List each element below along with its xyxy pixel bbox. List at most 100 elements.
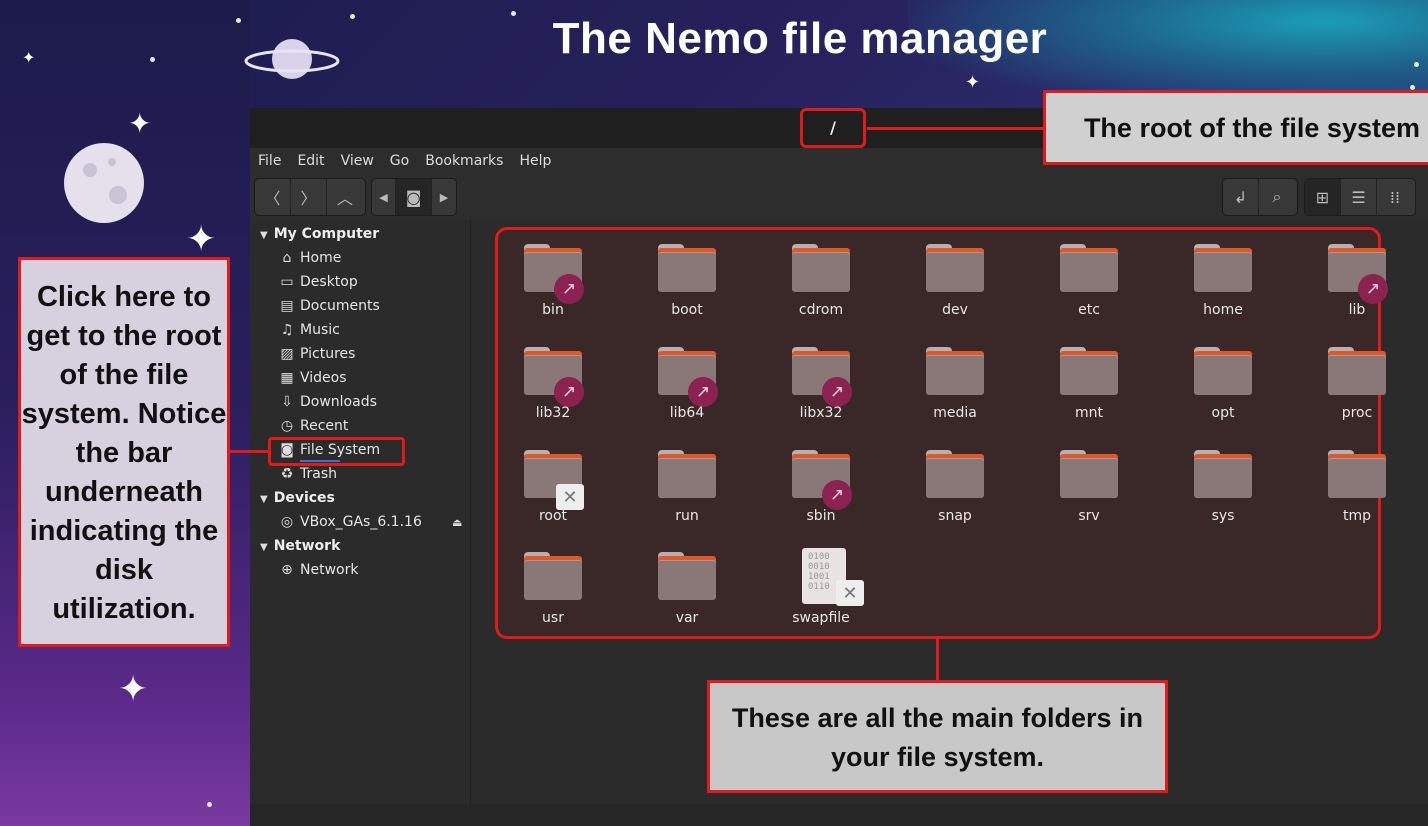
folder-front-shape bbox=[658, 252, 716, 292]
folder-item-srv[interactable]: srv bbox=[1034, 440, 1144, 540]
callout-connector bbox=[936, 638, 939, 680]
folder-label: srv bbox=[1078, 508, 1100, 524]
menu-edit[interactable]: Edit bbox=[297, 153, 324, 169]
sidebar-item-recent[interactable]: ◷ Recent bbox=[278, 418, 349, 434]
path-left-button[interactable]: ◀ bbox=[372, 179, 396, 215]
folder-item-var[interactable]: var bbox=[632, 542, 742, 642]
folder-item-swapfile[interactable]: 0100 0010 1001 0110 ✕ swapfile bbox=[766, 542, 876, 642]
sidebar-section-network[interactable]: ▼ Network bbox=[260, 538, 340, 554]
sidebar-item-pictures[interactable]: ▨ Pictures bbox=[278, 346, 355, 362]
folder-item-lib64[interactable]: ↗ lib64 bbox=[632, 337, 742, 437]
chevron-up-icon: ︿ bbox=[336, 189, 353, 208]
folder-item-mnt[interactable]: mnt bbox=[1034, 337, 1144, 437]
folder-label: etc bbox=[1078, 302, 1100, 318]
sidebar-item-downloads[interactable]: ⇩ Downloads bbox=[278, 394, 377, 410]
folder-label: cdrom bbox=[798, 302, 844, 318]
folder-item-dev[interactable]: dev bbox=[900, 234, 1010, 334]
sidebar-item-music[interactable]: ♫ Music bbox=[278, 322, 340, 338]
folder-front-shape bbox=[926, 252, 984, 292]
folder-item-boot[interactable]: boot bbox=[632, 234, 742, 334]
trash-icon: ♻ bbox=[280, 466, 294, 482]
folder-item-home[interactable]: home bbox=[1168, 234, 1278, 334]
nav-buttons: 〈 〉 ︿ bbox=[254, 178, 366, 216]
folder-item-lib32[interactable]: ↗ lib32 bbox=[498, 337, 608, 437]
star-dot bbox=[511, 11, 516, 16]
sidebar-item-home[interactable]: ⌂ Home bbox=[278, 250, 342, 266]
desktop-icon: ▭ bbox=[280, 274, 294, 290]
folder-item-cdrom[interactable]: cdrom bbox=[766, 234, 876, 334]
folder-item-snap[interactable]: snap bbox=[900, 440, 1010, 540]
sparkle-icon: ✦ bbox=[118, 669, 149, 710]
back-button[interactable]: 〈 bbox=[255, 179, 291, 215]
compact-icon: ⁞⁞ bbox=[1389, 187, 1401, 207]
folder-label: swapfile bbox=[792, 610, 850, 626]
menu-help[interactable]: Help bbox=[519, 153, 551, 169]
list-view-button[interactable]: ☰ bbox=[1341, 179, 1377, 215]
folder-item-tmp[interactable]: tmp bbox=[1302, 440, 1412, 540]
folder-item-root[interactable]: ✕ root bbox=[498, 440, 608, 540]
sidebar-section-my-computer[interactable]: ▼ My Computer bbox=[260, 226, 379, 242]
symlink-icon: ↗ bbox=[688, 377, 718, 407]
folder-label: bin bbox=[542, 302, 564, 318]
menu-file[interactable]: File bbox=[258, 153, 281, 169]
sidebar-item-documents[interactable]: ▤ Documents bbox=[278, 298, 379, 314]
symlink-icon: ↗ bbox=[1358, 274, 1388, 304]
folder-front-shape bbox=[658, 560, 716, 600]
sidebar-item-label: Trash bbox=[300, 466, 337, 482]
folder-icon bbox=[792, 244, 850, 292]
downloads-icon: ⇩ bbox=[281, 394, 293, 410]
icon-view-button[interactable]: ⊞ bbox=[1305, 179, 1341, 215]
folder-front-shape bbox=[1194, 252, 1252, 292]
folder-label: run bbox=[675, 508, 699, 524]
sidebar-item-desktop[interactable]: ▭ Desktop bbox=[278, 274, 357, 290]
recent-icon: ◷ bbox=[280, 418, 294, 434]
sidebar-item-vbox[interactable]: ◎ VBox_GAs_6.1.16 bbox=[278, 514, 422, 530]
folder-front-shape bbox=[1060, 252, 1118, 292]
menu-bookmarks[interactable]: Bookmarks bbox=[425, 153, 503, 169]
folder-item-sbin[interactable]: ↗ sbin bbox=[766, 440, 876, 540]
sidebar-item-label: Recent bbox=[300, 418, 349, 434]
folder-label: proc bbox=[1341, 405, 1373, 421]
search-button[interactable]: ⌕ bbox=[1259, 179, 1295, 215]
forward-button[interactable]: 〉 bbox=[291, 179, 327, 215]
folder-item-sys[interactable]: sys bbox=[1168, 440, 1278, 540]
sidebar-item-trash[interactable]: ♻ Trash bbox=[278, 466, 337, 482]
folder-item-etc[interactable]: etc bbox=[1034, 234, 1144, 334]
folder-item-opt[interactable]: opt bbox=[1168, 337, 1278, 437]
folder-item-libx32[interactable]: ↗ libx32 bbox=[766, 337, 876, 437]
callout-file-system: Click here to get to the root of the fil… bbox=[18, 257, 230, 647]
folder-front-shape bbox=[1328, 355, 1386, 395]
symlink-icon: ↗ bbox=[822, 480, 852, 510]
location-toggle-button[interactable]: ↲ bbox=[1223, 179, 1259, 215]
folder-item-run[interactable]: run bbox=[632, 440, 742, 540]
folder-item-media[interactable]: media bbox=[900, 337, 1010, 437]
sparkle-icon: ✦ bbox=[965, 72, 981, 93]
folder-item-usr[interactable]: usr bbox=[498, 542, 608, 642]
sidebar-item-videos[interactable]: ▦ Videos bbox=[278, 370, 346, 386]
folder-item-bin[interactable]: ↗ bin bbox=[498, 234, 608, 334]
folder-icon bbox=[1060, 450, 1118, 498]
folder-label: home bbox=[1203, 302, 1243, 318]
triangle-right-icon: ▶ bbox=[439, 190, 449, 204]
star-dot bbox=[236, 18, 241, 23]
folder-front-shape bbox=[926, 355, 984, 395]
path-right-button[interactable]: ▶ bbox=[432, 179, 456, 215]
compact-view-button[interactable]: ⁞⁞ bbox=[1377, 179, 1413, 215]
path-root-button[interactable]: ◙ bbox=[396, 179, 432, 215]
folder-front-shape bbox=[792, 252, 850, 292]
up-button[interactable]: ︿ bbox=[327, 179, 363, 215]
eject-icon[interactable]: ⏏ bbox=[452, 516, 462, 529]
search-icon: ⌕ bbox=[1272, 187, 1282, 206]
folder-icon bbox=[1328, 347, 1386, 395]
slide-title: The Nemo file manager bbox=[552, 14, 1048, 63]
folder-item-lib[interactable]: ↗ lib bbox=[1302, 234, 1412, 334]
sidebar-item-network[interactable]: ⊕ Network bbox=[278, 562, 358, 578]
folder-item-proc[interactable]: proc bbox=[1302, 337, 1412, 437]
folder-icon bbox=[658, 450, 716, 498]
menu-go[interactable]: Go bbox=[390, 153, 409, 169]
folder-label: usr bbox=[542, 610, 564, 626]
sidebar-section-devices[interactable]: ▼ Devices bbox=[260, 490, 335, 506]
folder-label: libx32 bbox=[799, 405, 843, 421]
folder-front-shape bbox=[1060, 458, 1118, 498]
menu-view[interactable]: View bbox=[341, 153, 374, 169]
